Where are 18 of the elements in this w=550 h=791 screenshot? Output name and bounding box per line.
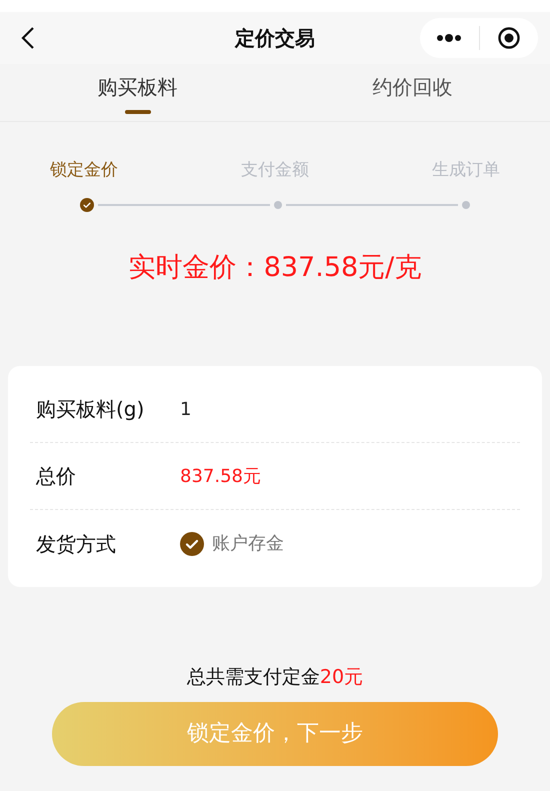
option-label[interactable]: 账户存金 (212, 530, 284, 557)
back-icon (21, 26, 35, 50)
field-label: 发货方式 (35, 530, 117, 558)
deposit-note: 总共需支付定金 (186, 666, 320, 688)
field-label: 购买板料(g) (35, 396, 146, 423)
step-label: 锁定金价 (50, 159, 118, 182)
current-price: 实时金价：837.58元/克 (128, 250, 422, 284)
step-label: 支付金额 (241, 159, 309, 182)
tab[interactable]: 约价回收 (372, 72, 452, 102)
target-icon (498, 27, 520, 49)
total-price: 837.58元 (180, 464, 261, 488)
page-title: 定价交易 (235, 25, 315, 52)
step-label: 生成订单 (432, 159, 500, 182)
more-icon (436, 34, 462, 42)
deposit-amount: 20元 (320, 666, 364, 688)
field-value: 1 (180, 398, 192, 422)
field-label: 总价 (35, 463, 77, 490)
tab[interactable]: 购买板料 (98, 72, 178, 102)
